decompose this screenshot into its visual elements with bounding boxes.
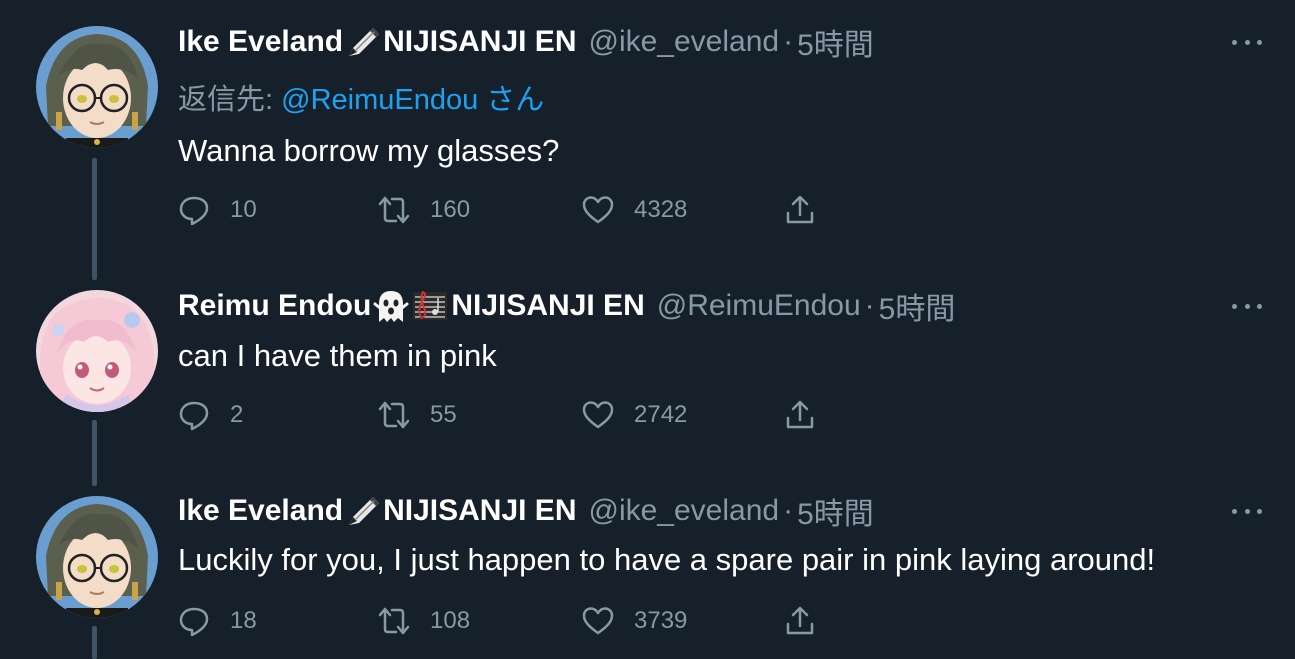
tweet[interactable]: Ike Eveland NIJISANJI EN @ike_eveland · … [0,0,1295,659]
pen-icon [349,497,380,525]
separator: · [783,494,794,527]
user-handle[interactable]: @ike_eveland [588,494,779,528]
retweet-icon [378,607,410,635]
like-button[interactable]: 3739 [582,601,687,641]
share-button[interactable] [784,601,816,641]
display-name[interactable]: Ike Eveland [178,494,343,528]
display-name-suffix: NIJISANJI EN [383,494,577,527]
like-count: 3739 [634,607,688,634]
heart-icon [582,607,614,635]
retweet-button[interactable]: 108 [378,601,470,641]
action-bar: 18 108 3739 [178,601,878,641]
retweet-count: 108 [430,607,471,634]
share-icon [786,606,814,635]
reply-count: 18 [230,607,257,634]
more-options-icon[interactable] [1232,501,1262,521]
reply-button[interactable]: 18 [178,601,257,641]
tweet-header: Ike Eveland NIJISANJI EN @ike_eveland · … [178,491,874,531]
tweet-text: Luckily for you, I just happen to have a… [178,542,1156,577]
avatar[interactable] [36,496,158,618]
reply-icon [179,607,209,637]
timestamp[interactable]: 5時間 [797,489,874,533]
